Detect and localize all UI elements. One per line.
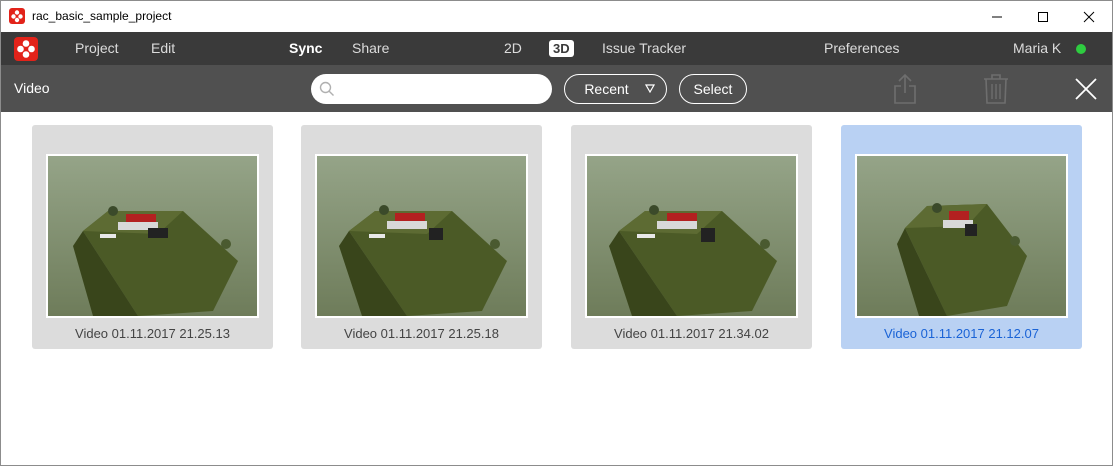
brand-logo-icon[interactable] <box>14 37 38 61</box>
video-thumbnail <box>585 154 798 318</box>
minimize-button[interactable] <box>974 1 1020 32</box>
video-card-selected[interactable]: Video 01.11.2017 21.12.07 <box>841 125 1082 349</box>
close-icon[interactable] <box>1074 77 1098 101</box>
video-card[interactable]: Video 01.11.2017 21.34.02 <box>571 125 812 349</box>
video-caption: Video 01.11.2017 21.12.07 <box>884 326 1039 341</box>
app-logo-icon <box>9 8 25 24</box>
online-status-icon <box>1076 44 1086 54</box>
video-card[interactable]: Video 01.11.2017 21.25.13 <box>32 125 273 349</box>
maximize-button[interactable] <box>1020 1 1066 32</box>
video-toolbar: Video Recent Select <box>1 65 1112 112</box>
main-menu-bar: Project Edit Sync Share 2D 3D Issue Trac… <box>1 32 1112 65</box>
menu-project[interactable]: Project <box>75 32 119 65</box>
menu-preferences[interactable]: Preferences <box>824 32 899 65</box>
section-title: Video <box>14 80 50 96</box>
user-name[interactable]: Maria K <box>1013 32 1061 65</box>
sort-dropdown-label: Recent <box>584 81 629 97</box>
close-window-button[interactable] <box>1066 1 1112 32</box>
video-card[interactable]: Video 01.11.2017 21.25.18 <box>301 125 542 349</box>
video-thumbnail <box>46 154 259 318</box>
menu-share[interactable]: Share <box>352 32 389 65</box>
video-caption: Video 01.11.2017 21.34.02 <box>614 326 769 341</box>
share-icon[interactable] <box>893 73 917 105</box>
video-caption: Video 01.11.2017 21.25.18 <box>344 326 499 341</box>
search-icon <box>319 81 334 96</box>
menu-issue-tracker[interactable]: Issue Tracker <box>602 32 686 65</box>
select-button[interactable]: Select <box>679 74 747 104</box>
video-thumbnail <box>855 154 1068 318</box>
search-box[interactable] <box>311 74 552 104</box>
video-caption: Video 01.11.2017 21.25.13 <box>75 326 230 341</box>
trash-icon[interactable] <box>982 73 1010 105</box>
app-window: rac_basic_sample_project Project Edit Sy… <box>0 0 1113 466</box>
menu-3d[interactable]: 3D <box>549 40 574 57</box>
menu-sync[interactable]: Sync <box>289 32 322 65</box>
title-bar: rac_basic_sample_project <box>1 1 1112 32</box>
menu-edit[interactable]: Edit <box>151 32 175 65</box>
dropdown-triangle-icon <box>645 84 655 93</box>
video-thumbnail <box>315 154 528 318</box>
menu-2d[interactable]: 2D <box>504 32 522 65</box>
window-title: rac_basic_sample_project <box>32 9 172 23</box>
search-input[interactable] <box>343 79 543 99</box>
sort-dropdown[interactable]: Recent <box>564 74 667 104</box>
